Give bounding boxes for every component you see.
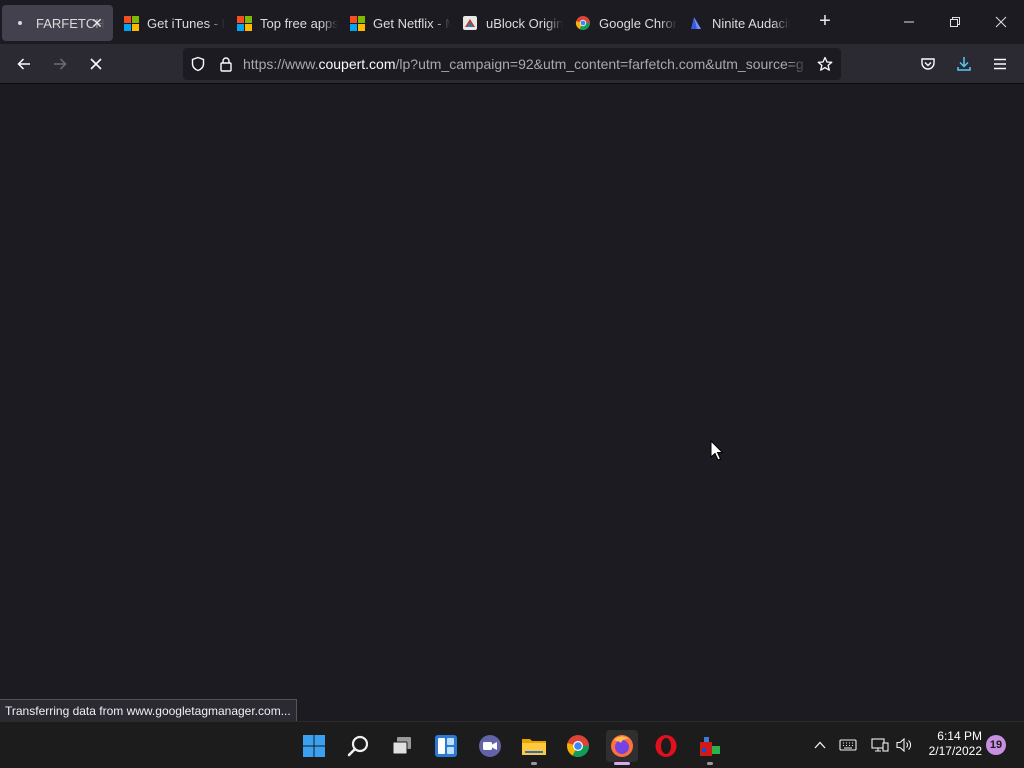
app-menu-button[interactable]: [986, 50, 1014, 78]
microsoft-store-icon: [123, 15, 139, 31]
close-icon: [995, 16, 1007, 28]
stop-loading-button[interactable]: [82, 50, 110, 78]
ublock-icon: [462, 15, 478, 31]
tab-label: Ninite Audacity: [712, 15, 790, 31]
tab-get-netflix[interactable]: Get Netflix - M: [339, 5, 452, 41]
tab-google-chrome[interactable]: Google Chrome: [565, 5, 678, 41]
ninite-icon: [688, 15, 704, 31]
teams-chat-button[interactable]: [474, 730, 506, 762]
microsoft-store-icon: [236, 15, 252, 31]
download-icon: [957, 57, 971, 71]
show-hidden-icons-button[interactable]: [810, 735, 830, 755]
chrome-icon: [575, 15, 591, 31]
tab-label: uBlock Origin: [486, 15, 564, 31]
url-host: coupert.com: [318, 56, 396, 72]
minimize-button[interactable]: [886, 0, 932, 44]
keyboard-icon: [839, 739, 857, 751]
clock[interactable]: 6:14 PM 2/17/2022: [920, 729, 982, 759]
volume-icon: [896, 737, 911, 753]
new-tab-button[interactable]: +: [813, 10, 837, 34]
hamburger-menu-icon: [994, 58, 1006, 70]
network-icon: [871, 738, 889, 752]
chrome-icon: [567, 735, 589, 757]
microsoft-store-icon: [349, 15, 365, 31]
forward-arrow-icon: [54, 58, 67, 70]
tab-label: Get iTunes - M: [147, 15, 225, 31]
minimize-icon: [904, 21, 914, 23]
widgets-button[interactable]: [430, 730, 462, 762]
start-button[interactable]: [298, 730, 330, 762]
status-panel: Transferring data from www.googletagmana…: [0, 699, 297, 721]
pocket-icon: [921, 58, 935, 70]
bookmark-star-icon[interactable]: [817, 56, 833, 72]
pocket-button[interactable]: [914, 50, 942, 78]
page-content[interactable]: [0, 85, 1024, 721]
screen: FARFETCH ✕ Get iTunes - M Top free apps …: [0, 0, 1024, 768]
chevron-up-icon: [814, 741, 826, 749]
tab-top-free-apps[interactable]: Top free apps: [226, 5, 339, 41]
tab-label: Google Chrome: [599, 15, 677, 31]
forward-button[interactable]: [46, 50, 74, 78]
chrome-taskbar-button[interactable]: [562, 730, 594, 762]
lock-icon[interactable]: [218, 56, 234, 72]
running-indicator: [707, 762, 713, 765]
url-path: /lp?utm_campaign=92&utm_content=farfetch…: [395, 56, 804, 72]
tab-get-itunes[interactable]: Get iTunes - M: [113, 5, 226, 41]
task-view-icon: [392, 737, 411, 755]
tracking-protection-shield-icon[interactable]: [190, 56, 206, 72]
close-tab-icon[interactable]: ✕: [89, 15, 105, 31]
close-window-button[interactable]: [978, 0, 1024, 44]
notification-badge[interactable]: 19: [986, 735, 1006, 755]
back-arrow-icon: [17, 58, 30, 70]
url-prefix: https://www.: [243, 56, 319, 72]
tab-label: Get Netflix - M: [373, 15, 451, 31]
windows-start-icon: [303, 735, 325, 757]
app-taskbar-button[interactable]: [694, 730, 726, 765]
active-indicator: [614, 762, 630, 765]
widgets-icon: [435, 735, 457, 757]
address-bar[interactable]: https://www.coupert.com/lp?utm_campaign=…: [183, 48, 841, 80]
back-button[interactable]: [10, 50, 38, 78]
tab-ninite-audacity[interactable]: Ninite Audacity: [678, 5, 791, 41]
downloads-button[interactable]: [950, 50, 978, 78]
keyboard-button[interactable]: [838, 735, 858, 755]
tab-strip: FARFETCH ✕ Get iTunes - M Top free apps …: [0, 0, 1024, 44]
teams-chat-icon: [479, 735, 501, 757]
tab-ublock-origin[interactable]: uBlock Origin: [452, 5, 565, 41]
volume-button[interactable]: [894, 735, 914, 755]
file-explorer-button[interactable]: [518, 730, 550, 765]
opera-icon: [655, 735, 677, 757]
search-icon: [347, 735, 369, 757]
clock-time: 6:14 PM: [937, 729, 982, 743]
restore-icon: [950, 17, 960, 27]
mouse-cursor-icon: [710, 440, 724, 461]
firefox-icon: [611, 735, 633, 757]
tab-farfetch[interactable]: FARFETCH ✕: [2, 5, 113, 41]
clock-date: 2/17/2022: [928, 744, 982, 758]
tab-label: Top free apps: [260, 15, 338, 31]
opera-taskbar-button[interactable]: [650, 730, 682, 762]
firefox-taskbar-button[interactable]: [606, 730, 638, 765]
task-view-button[interactable]: [386, 730, 418, 762]
loading-dot-icon: [12, 15, 28, 31]
url-text[interactable]: https://www.coupert.com/lp?utm_campaign=…: [243, 56, 809, 72]
stop-icon: [90, 58, 102, 70]
app-icon: [700, 737, 720, 756]
taskbar: 6:14 PM 2/17/2022 19: [0, 721, 1024, 768]
network-button[interactable]: [870, 735, 890, 755]
search-button[interactable]: [342, 730, 374, 762]
navigation-bar: https://www.coupert.com/lp?utm_campaign=…: [0, 44, 1024, 84]
running-indicator: [531, 762, 537, 765]
restore-button[interactable]: [932, 0, 978, 44]
folder-icon: [522, 739, 546, 755]
